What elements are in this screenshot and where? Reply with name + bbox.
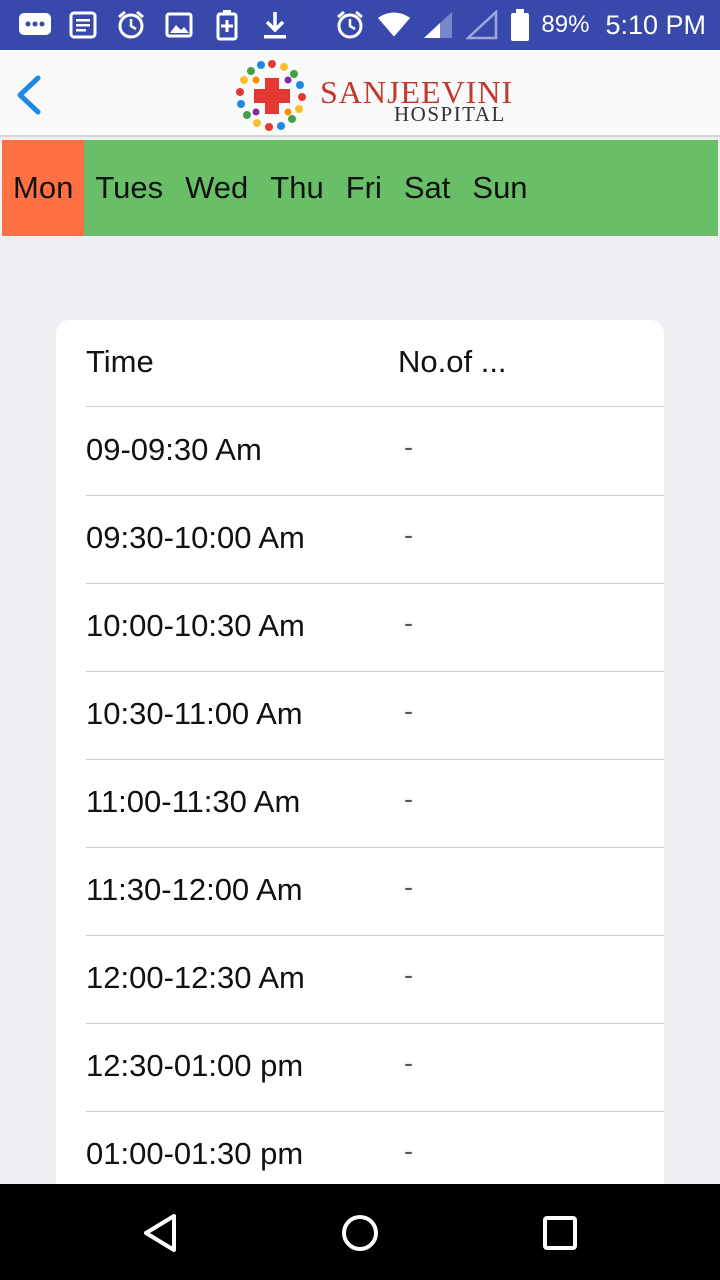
slot-count: - [404,872,413,902]
tab-tues[interactable]: Tues [84,140,174,236]
slot-count: - [404,960,413,990]
clock: 5:10 PM [605,9,706,40]
schedule-card: Time No.of ... 09-09:30 Am - 09:30-10:00… [56,320,664,1220]
tab-sun[interactable]: Sun [461,140,538,236]
slot-time: 12:30-01:00 pm [86,1048,304,1083]
slot-count: - [404,432,413,462]
table-row[interactable]: 09:30-10:00 Am - [86,496,664,584]
tab-sat[interactable]: Sat [393,140,462,236]
table-row[interactable]: 10:00-10:30 Am - [86,584,664,672]
nav-recents-button[interactable] [535,1208,585,1258]
table-row[interactable]: 11:00-11:30 Am - [86,760,664,848]
signal-icon [421,8,455,42]
slot-time: 11:30-12:00 Am [86,872,303,907]
table-header: Time No.of ... [86,320,664,407]
tab-wed[interactable]: Wed [174,140,259,236]
download-icon [258,8,292,42]
table-row[interactable]: 12:00-12:30 Am - [86,936,664,1024]
logo-emblem-icon [236,60,306,131]
signal-empty-icon [465,8,499,42]
battery-icon [509,8,531,42]
alarm-icon [114,8,148,42]
table-row[interactable]: 11:30-12:00 Am - [86,848,664,936]
slot-count: - [404,608,413,638]
system-nav-bar [0,1184,720,1280]
slot-time: 12:00-12:30 Am [86,960,305,995]
nav-recents-icon [543,1216,577,1250]
status-bar: 89% 5:10 PM [0,0,720,50]
slot-time: 09-09:30 Am [86,432,262,467]
image-icon [162,8,196,42]
chat-icon [18,8,52,42]
slot-count: - [404,1048,413,1078]
alarm-icon [333,8,367,42]
status-indicators: 89% 5:10 PM [333,0,706,50]
chevron-left-icon [17,75,41,115]
header-count: No.of ... [398,344,507,379]
app-header: SANJEEVINI HOSPITAL [0,50,720,137]
slot-count: - [404,520,413,550]
slot-time: 10:00-10:30 Am [86,608,305,643]
tab-thu[interactable]: Thu [259,140,334,236]
tab-mon[interactable]: Mon [2,140,85,236]
slot-count: - [404,784,413,814]
notification-icons [18,8,292,42]
table-row[interactable]: 09-09:30 Am - [86,408,664,496]
tab-fri[interactable]: Fri [335,140,393,236]
battery-saver-icon [210,8,244,42]
back-button[interactable] [12,72,48,118]
slot-count: - [404,1136,413,1166]
slot-count: - [404,696,413,726]
news-icon [66,8,100,42]
battery-percent: 89% [541,11,590,38]
slot-time: 09:30-10:00 Am [86,520,305,555]
slot-time: 11:00-11:30 Am [86,784,301,819]
screen: 89% 5:10 PM SANJEEVINI HOSPITAL Mon Tues… [0,0,720,1280]
day-tabs: Mon Tues Wed Thu Fri Sat Sun [2,140,718,236]
wifi-icon [377,8,411,42]
table-row[interactable]: 10:30-11:00 Am - [86,672,664,760]
nav-back-button[interactable] [135,1208,185,1258]
hospital-logo: SANJEEVINI HOSPITAL [232,56,512,134]
header-time: Time [86,344,154,379]
nav-home-icon [342,1215,378,1251]
logo-subtitle: HOSPITAL [394,102,506,126]
slot-time: 01:00-01:30 pm [86,1136,304,1171]
nav-back-icon [144,1214,176,1252]
table-row[interactable]: 12:30-01:00 pm - [86,1024,664,1112]
nav-home-button[interactable] [335,1208,385,1258]
slot-time: 10:30-11:00 Am [86,696,303,731]
